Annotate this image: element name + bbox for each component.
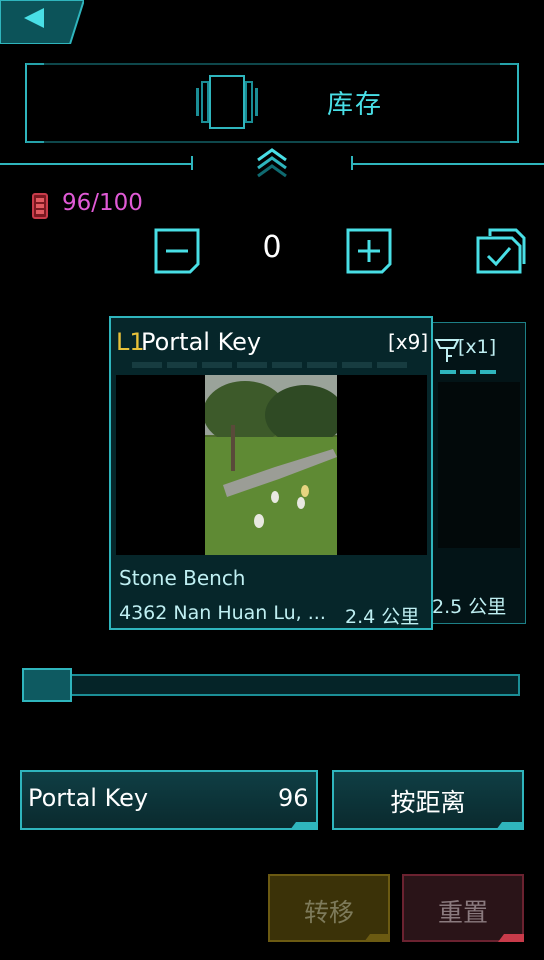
header-frame: [25, 63, 519, 143]
plus-icon: [346, 228, 392, 274]
card-next-image: [438, 382, 520, 548]
card-next-multiplier: [x1]: [458, 336, 497, 358]
card-portal-name: Stone Bench: [119, 566, 246, 590]
item-filter-label: Portal Key: [28, 784, 149, 812]
inventory-card-icon: [196, 75, 258, 129]
quantity-value: 0: [262, 230, 282, 265]
reset-label: 重置: [437, 898, 488, 927]
portal-photo: [205, 375, 337, 555]
chevron-up-icon[interactable]: [257, 148, 287, 178]
transfer-label: 转移: [303, 898, 354, 927]
carousel-slider-thumb[interactable]: [22, 668, 72, 702]
sort-label: 按距离: [390, 788, 466, 817]
card-multiplier: [x9]: [388, 330, 429, 354]
select-all-button[interactable]: [476, 228, 526, 274]
card-next-distance: 2.5 公里: [432, 596, 507, 618]
plus-button[interactable]: [346, 228, 392, 274]
minus-button[interactable]: [154, 228, 200, 274]
check-folder-icon: [476, 228, 526, 274]
transfer-corner-accent: [364, 934, 390, 942]
portal-image-frame: [116, 375, 427, 555]
inventory-count: 96/100: [62, 190, 143, 216]
header-divider: [0, 148, 544, 178]
card-next-level-bars: [440, 370, 496, 374]
page-title: 库存: [326, 90, 383, 120]
battery-icon: [32, 193, 48, 219]
back-button[interactable]: [0, 0, 84, 44]
reset-corner-accent: [498, 934, 524, 942]
card-level-bars: [132, 362, 407, 368]
carousel-slider-track[interactable]: [24, 674, 520, 696]
item-filter-count: 96: [278, 784, 309, 812]
card-distance: 2.4 公里: [345, 606, 420, 628]
card-portal-address: 4362 Nan Huan Lu, ...: [119, 602, 326, 624]
minus-icon: [154, 228, 200, 274]
card-item-name: Portal Key: [141, 328, 262, 356]
sort-corner-accent: [496, 822, 524, 830]
filter-corner-accent: [290, 822, 318, 830]
